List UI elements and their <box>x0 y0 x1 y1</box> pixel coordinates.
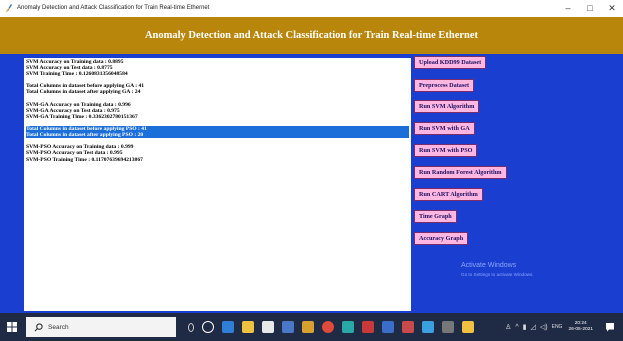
feather-icon <box>4 3 14 13</box>
microphone-icon[interactable] <box>188 322 194 332</box>
maximize-button[interactable]: □ <box>579 0 601 16</box>
taskbar-apps <box>184 321 478 333</box>
output-textarea[interactable]: SVM Accuracy on Training data : 0.8895 S… <box>24 58 411 311</box>
store-icon[interactable] <box>262 321 274 333</box>
chrome-icon[interactable] <box>322 321 334 333</box>
feather-app-icon[interactable] <box>462 321 474 333</box>
time-graph-button[interactable]: Time Graph <box>414 210 457 223</box>
close-button[interactable]: ✕ <box>601 0 623 16</box>
network-icon[interactable]: ◿ <box>531 323 536 331</box>
people-icon[interactable]: ♙ <box>505 323 511 331</box>
chevron-up-icon[interactable]: ^ <box>515 324 518 331</box>
edge-icon[interactable] <box>222 321 234 333</box>
notification-icon[interactable] <box>605 322 615 332</box>
window-title: Anomaly Detection and Attack Classificat… <box>17 5 210 11</box>
battery-icon[interactable]: ▮ <box>523 323 527 331</box>
activate-windows-subtext: Go to Settings to activate Windows. <box>461 272 534 277</box>
run-random-forest-button[interactable]: Run Random Forest Algorithm <box>414 166 507 179</box>
activate-windows-watermark: Activate Windows <box>461 262 517 269</box>
preprocess-dataset-button[interactable]: Preprocess Dataset <box>414 79 475 92</box>
search-placeholder: Search <box>48 323 69 331</box>
start-button[interactable] <box>0 313 24 341</box>
minimize-button[interactable]: – <box>557 0 579 16</box>
volume-icon[interactable]: ◁) <box>540 323 548 331</box>
run-cart-button[interactable]: Run CART Algorithm <box>414 188 483 201</box>
app-icon-f[interactable] <box>422 321 434 333</box>
accuracy-graph-button[interactable]: Accuracy Graph <box>414 232 469 245</box>
app-header: Anomaly Detection and Attack Classificat… <box>0 17 623 54</box>
window-titlebar: Anomaly Detection and Attack Classificat… <box>0 0 623 16</box>
windows-logo-icon <box>7 322 17 332</box>
taskbar: Search ♙ ^ ▮ ◿ ◁) ENG 20:24 26-05-2021 <box>0 313 623 341</box>
app-icon-b[interactable] <box>302 321 314 333</box>
app-icon-g[interactable] <box>442 321 454 333</box>
app-icon-d[interactable] <box>362 321 374 333</box>
run-svm-ga-button[interactable]: Run SVM with GA <box>414 122 475 135</box>
run-svm-pso-button[interactable]: Run SVM with PSO <box>414 144 478 157</box>
language-indicator[interactable]: ENG <box>552 324 563 330</box>
task-view-icon[interactable] <box>202 321 214 333</box>
clock-date: 26-05-2021 <box>568 327 593 332</box>
output-line: SVM-PSO Training Time : 0.11707639694213… <box>26 156 143 163</box>
taskbar-search[interactable]: Search <box>26 317 176 337</box>
python-icon[interactable] <box>382 321 394 333</box>
clock[interactable]: 20:24 26-05-2021 <box>568 321 593 333</box>
system-tray: ♙ ^ ▮ ◿ ◁) ENG 20:24 26-05-2021 <box>503 313 593 341</box>
app-icon-a[interactable] <box>282 321 294 333</box>
page-title: Anomaly Detection and Attack Classificat… <box>144 30 479 41</box>
search-icon <box>32 321 44 333</box>
run-svm-button[interactable]: Run SVM Algorithm <box>414 100 480 113</box>
file-explorer-icon[interactable] <box>242 321 254 333</box>
window-controls: – □ ✕ <box>557 0 623 16</box>
upload-dataset-button[interactable]: Upload KDD99 Dataset <box>414 56 487 69</box>
app-icon-e[interactable] <box>402 321 414 333</box>
app-icon-c[interactable] <box>342 321 354 333</box>
